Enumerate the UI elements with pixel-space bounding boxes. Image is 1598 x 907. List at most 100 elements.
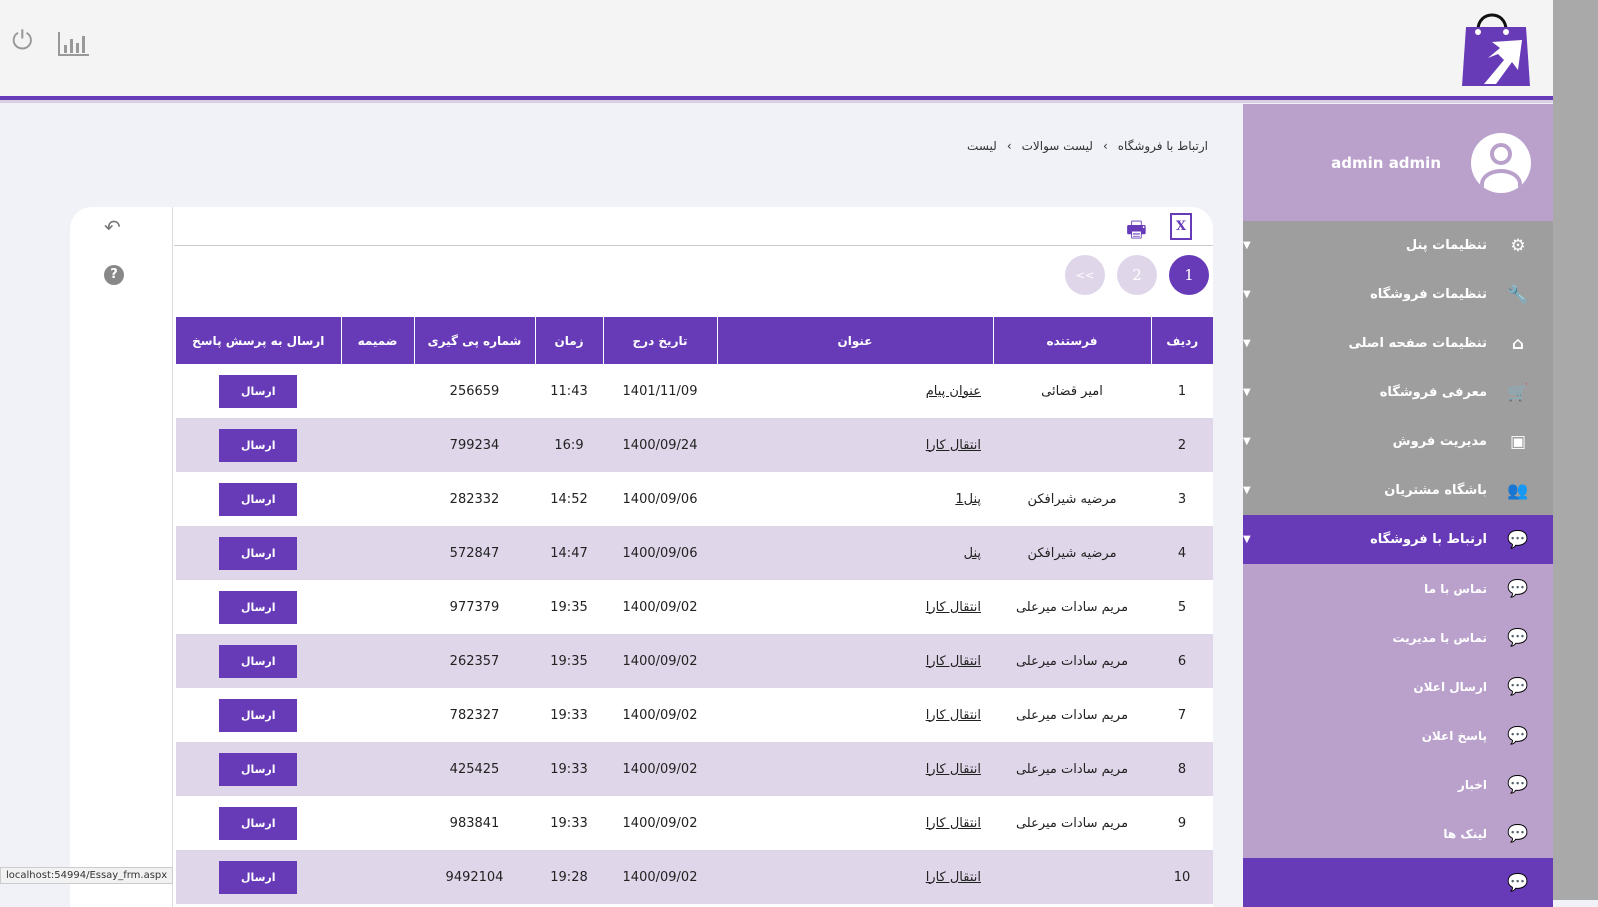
chat-icon: 💬 [1507, 725, 1529, 746]
title-link[interactable]: انتقال کارا [926, 708, 981, 723]
title-link[interactable]: انتقال کارا [926, 762, 981, 777]
table-row: 10 انتقال کارا 1400/09/02 19:28 9492104 … [175, 850, 1213, 904]
cell-sender: مریم سادات میرعلی [1015, 707, 1129, 723]
cell-time: 19:35 [550, 599, 588, 615]
cell-attachment [341, 364, 414, 418]
header-divider-light [0, 100, 1553, 103]
cell-row-number: 6 [1151, 634, 1213, 688]
power-icon[interactable]: ⏻ [12, 26, 33, 57]
sidebar-item[interactable]: ▣ مدیریت فروش ▼ [1243, 417, 1553, 466]
send-button[interactable]: ارسال [219, 482, 298, 516]
send-button[interactable]: ارسال [219, 644, 298, 678]
prev-page-button[interactable]: << [1065, 255, 1105, 295]
submenu-item[interactable]: 💬 تماس با مدیریت [1243, 613, 1553, 662]
cell-sender: مرضیه شیرافکن [993, 526, 1151, 580]
cell-date: 1400/09/06 [622, 491, 698, 507]
submenu-item[interactable]: 💬 اخبار [1243, 760, 1553, 809]
send-button[interactable]: ارسال [219, 860, 298, 894]
cell-sender: امیر قضائی [1041, 383, 1103, 399]
send-button[interactable]: ارسال [219, 536, 298, 570]
caret-down-icon: ▼ [1243, 240, 1251, 251]
submenu-item[interactable]: 💬 ارسال اعلان [1243, 662, 1553, 711]
title-link[interactable]: پنل1 [955, 492, 981, 507]
table-row: 1 امیر قضائی عنوان پیام 1401/11/09 11:43… [176, 364, 1214, 418]
cell-attachment [341, 580, 414, 634]
col-header-time: زمان [534, 317, 603, 364]
cell-time: 16:9 [535, 418, 603, 472]
col-header-attachment: ضمیمه [340, 317, 414, 364]
cell-tracking: 282332 [449, 491, 500, 507]
cell-date: 1400/09/02 [622, 707, 698, 723]
send-button[interactable]: ارسال [219, 752, 298, 786]
col-header-tracking: شماره پی گیری [413, 317, 535, 364]
sidebar-item-label: ارتباط با فروشگاه [1370, 532, 1487, 547]
title-link[interactable]: انتقال کارا [926, 816, 981, 831]
submenu-item-label: لینک ها [1443, 826, 1487, 841]
table-row: 8 مریم سادات میرعلی انتقال کارا 1400/09/… [175, 742, 1213, 796]
cell-time: 19:33 [535, 742, 603, 796]
scrollbar[interactable] [1553, 0, 1598, 900]
breadcrumb-item[interactable]: ارتباط با فروشگاه [1118, 139, 1208, 153]
sidebar-item[interactable]: ⚙ تنظیمات پنل ▼ [1243, 221, 1553, 270]
breadcrumb: ارتباط با فروشگاه › لیست سوالات › لیست [967, 139, 1208, 153]
cell-time: 19:35 [535, 634, 603, 688]
sidebar-item[interactable]: 👥 باشگاه مشتریان ▼ [1243, 466, 1553, 515]
table-row: 4 مرضیه شیرافکن پنل 1400/09/06 14:47 572… [175, 526, 1213, 580]
cell-row-number: 10 [1151, 850, 1213, 904]
breadcrumb-item[interactable]: لیست سوالات [1022, 139, 1093, 153]
title-link[interactable]: انتقال کارا [926, 600, 981, 615]
sidebar-item[interactable]: 💬 ارتباط با فروشگاه ▼ [1243, 515, 1553, 564]
chat-icon: 💬 [1507, 872, 1529, 893]
title-link[interactable]: انتقال کارا [926, 438, 981, 453]
sidebar-item-label: تنظیمات فروشگاه [1370, 287, 1487, 302]
cell-tracking: 782327 [449, 707, 500, 723]
menu-icon: 🛒 [1507, 382, 1529, 403]
cell-attachment [341, 796, 414, 850]
send-button[interactable]: ارسال [219, 698, 298, 732]
caret-down-icon: ▼ [1243, 289, 1251, 300]
cell-row-number: 5 [1177, 599, 1187, 615]
submenu-item[interactable]: 💬 لینک ها [1243, 809, 1553, 858]
send-button[interactable]: ارسال [219, 806, 298, 840]
title-link[interactable]: پنل [964, 546, 981, 561]
cell-time: 11:43 [550, 383, 588, 399]
sidebar-item[interactable]: ⌂ تنظیمات صفحه اصلی ▼ [1243, 319, 1553, 368]
help-icon[interactable]: ? [104, 265, 124, 285]
submenu-item-label: اخبار [1457, 777, 1487, 792]
title-link[interactable]: انتقال کارا [926, 654, 981, 669]
cell-time: 19:33 [550, 707, 588, 723]
submenu-item-label: ارسال اعلان [1413, 679, 1487, 694]
cell-row-number: 1 [1177, 383, 1187, 399]
cell-date: 1400/09/06 [603, 526, 717, 580]
sidebar-item-label: تنظیمات پنل [1405, 238, 1487, 253]
side-actions: ↶ ? [70, 207, 173, 907]
menu-icon: 👥 [1507, 480, 1529, 501]
title-link[interactable]: عنوان پیام [926, 384, 981, 399]
title-link[interactable]: انتقال کارا [926, 870, 981, 885]
send-button[interactable]: ارسال [219, 428, 298, 462]
store-logo-icon [1462, 13, 1530, 86]
menu-icon: ⌂ [1511, 333, 1525, 354]
excel-export-icon[interactable]: X [1170, 213, 1193, 240]
sidebar-item[interactable]: 🛒 معرفی فروشگاه ▼ [1243, 368, 1553, 417]
send-button[interactable]: ارسال [219, 374, 298, 408]
col-header-title: عنوان [716, 317, 993, 364]
table-row: 5 مریم سادات میرعلی انتقال کارا 1400/09/… [176, 580, 1214, 634]
table-row: 6 مریم سادات میرعلی انتقال کارا 1400/09/… [175, 634, 1213, 688]
submenu-item[interactable]: 💬 تماس با ما [1243, 564, 1553, 613]
sidebar-item[interactable]: 🔧 تنظیمات فروشگاه ▼ [1243, 270, 1553, 319]
sidebar-item-label: معرفی فروشگاه [1379, 385, 1487, 400]
col-header-date: تاریخ درج [602, 317, 717, 364]
send-button[interactable]: ارسال [219, 590, 298, 624]
menu-icon: 💬 [1507, 529, 1529, 550]
cell-date: 1400/09/02 [603, 634, 717, 688]
page-1-button[interactable]: 1 [1169, 255, 1209, 295]
submenu-item[interactable]: 💬 پاسخ اعلان [1243, 711, 1553, 760]
cell-sender: مرضیه شیرافکن [1027, 491, 1117, 507]
table-header-row: ردیف فرستنده عنوان تاریخ درج زمان شماره … [175, 317, 1213, 364]
cell-attachment [341, 742, 414, 796]
page-2-button[interactable]: 2 [1117, 255, 1157, 295]
back-icon[interactable]: ↶ [104, 215, 121, 239]
bar-chart-icon[interactable] [58, 32, 90, 56]
cell-row-number: 8 [1151, 742, 1213, 796]
